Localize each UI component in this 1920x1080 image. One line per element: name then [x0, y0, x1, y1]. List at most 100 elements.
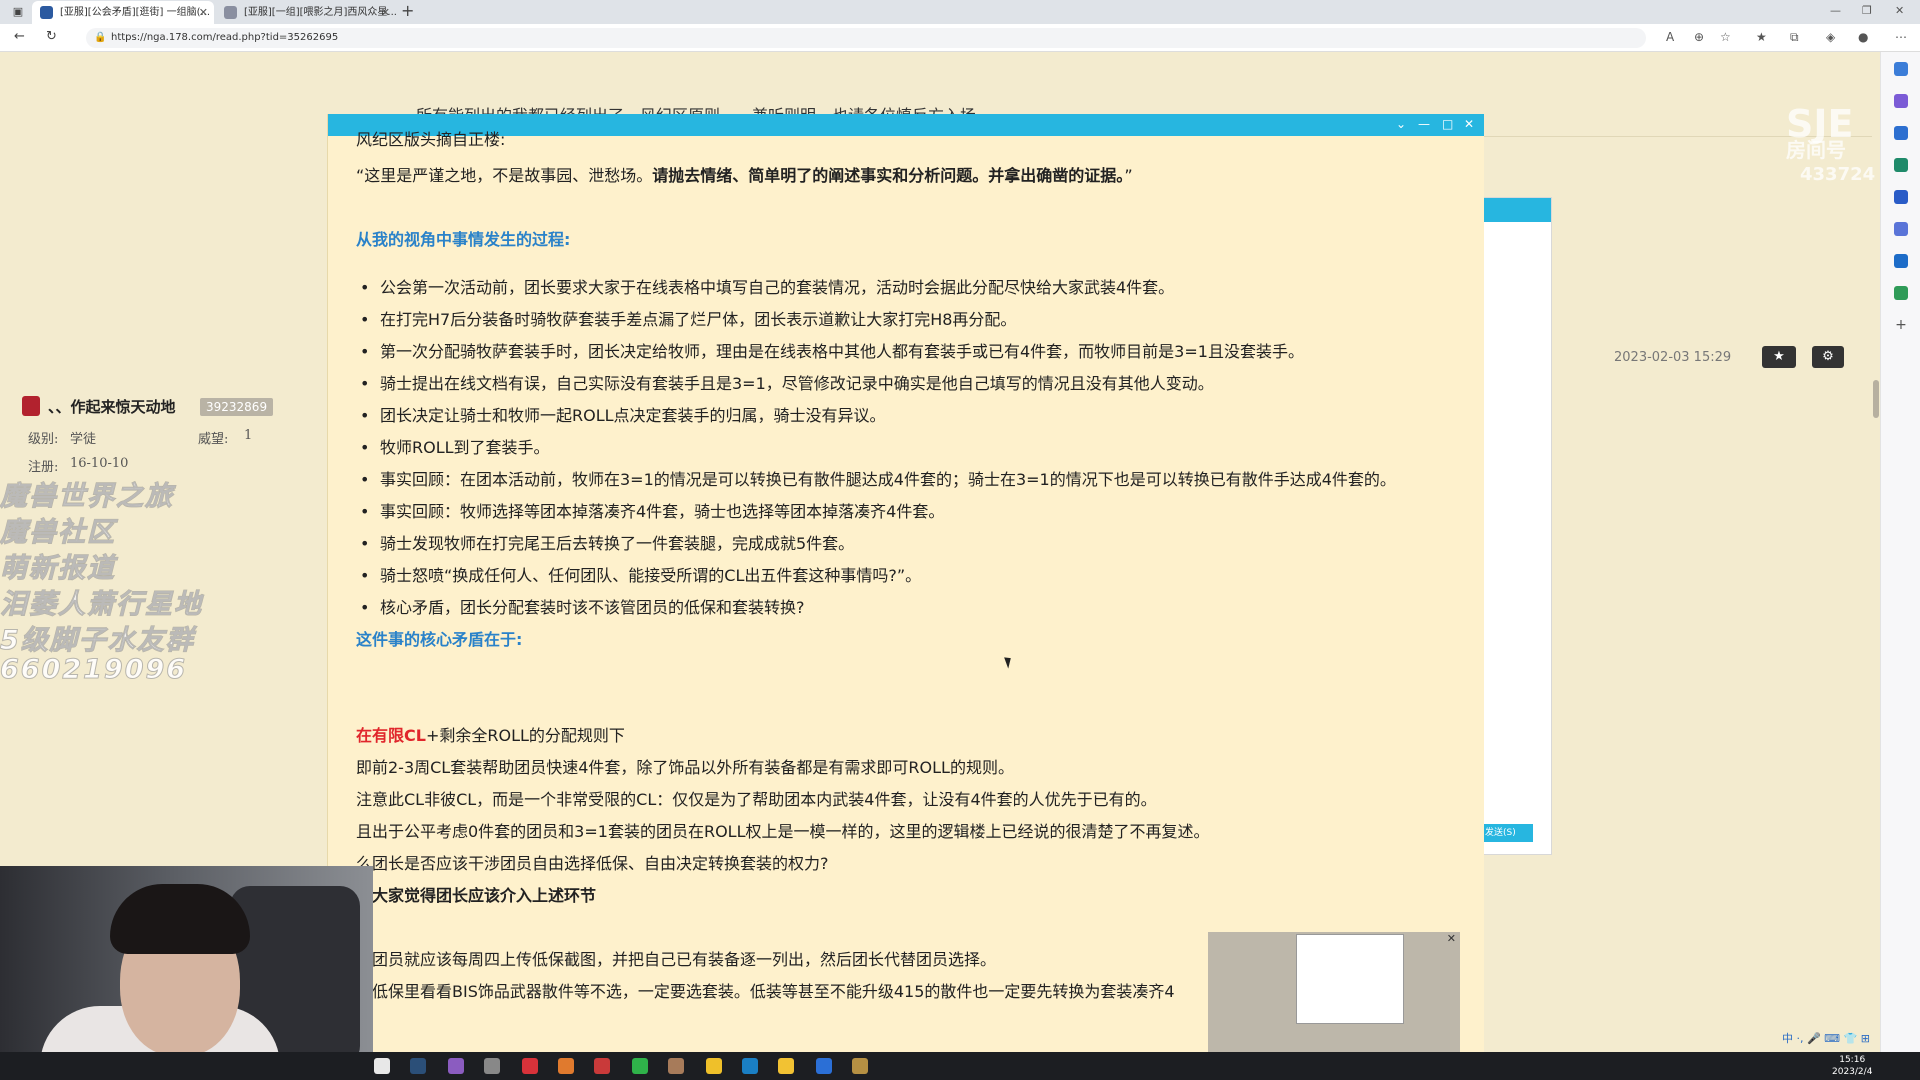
favorite-button[interactable]: ★ [1762, 346, 1796, 368]
back-icon[interactable]: ← [14, 29, 25, 44]
watermark-line: 萌新报道 [0, 553, 116, 585]
doc-paragraph-line: 么团员就应该每周四上传低保截图，并把自己已有装备逐一列出，然后团长代替团员选择。 [356, 944, 996, 976]
settings-button[interactable]: ⚙ [1812, 346, 1844, 368]
taskbar-clock[interactable]: 15:16 2023/2/4 [1832, 1054, 1872, 1078]
doc-quote-line: “这里是严谨之地，不是故事园、泄愁场。请抛去情绪、简单明了的阐述事实和分析问题。… [356, 160, 1133, 192]
office-icon[interactable] [1894, 222, 1908, 236]
add-sidebar-icon[interactable]: + [1894, 318, 1908, 332]
line-text: 事实回顾：在团本活动前，牧师在3=1的情况是可以转换已有散件腿达成4件套的；骑士… [380, 470, 1396, 489]
clock-time: 15:16 [1839, 1055, 1866, 1065]
address-bar-row: ← ↻ 🔒 https://nga.178.com/read.php?tid=3… [0, 24, 1920, 52]
post-date: 2023-02-03 15:29 [1614, 350, 1732, 365]
line-text: 牧师ROLL到了套装手。 [380, 438, 550, 457]
settings-icon[interactable] [484, 1058, 500, 1074]
doc-bullet-item: 事实回顾：在团本活动前，牧师在3=1的情况是可以转换已有散件腿达成4件套的；骑士… [356, 464, 1396, 496]
doc-bullet-item: 骑士怒喷“换成任何人、任何团队、能接受所谓的CL出五件套这种事情吗?”。 [356, 560, 921, 592]
brand-watermark-room: 房间号 [1786, 138, 1846, 162]
browser-sidebar: + [1880, 52, 1920, 1052]
quote-bold-text: 请抛去情绪、简单明了的阐述事实和分析问题。并拿出确凿的证据。 [652, 166, 1125, 185]
favorites-icon[interactable]: ★ [1756, 30, 1767, 44]
collapse-icon[interactable]: ⌄ [1396, 117, 1406, 131]
doc-bullet-item: 第一次分配骑牧萨套装手时，团长决定给牧师，理由是在线表格中其他人都有套装手或已有… [356, 336, 1304, 368]
level-value: 学徒 [70, 432, 97, 447]
app-icon[interactable] [594, 1058, 610, 1074]
user-name[interactable]: 、、作起来惊天动地 [48, 396, 176, 417]
restore-icon[interactable]: ❐ [1862, 4, 1872, 17]
zoom-icon[interactable]: ⊕ [1694, 30, 1704, 44]
explorer-icon[interactable] [374, 1058, 390, 1074]
app-icon[interactable] [816, 1058, 832, 1074]
app-icon[interactable] [778, 1058, 794, 1074]
wow-icon[interactable] [852, 1058, 868, 1074]
clock-date: 2023/2/4 [1832, 1067, 1873, 1077]
register-label: 注册: [28, 460, 59, 475]
doc-section-heading: 这件事的核心矛盾在于: [356, 624, 522, 656]
games-icon[interactable] [1894, 190, 1908, 204]
wechat-icon[interactable] [632, 1058, 648, 1074]
app-icon[interactable] [706, 1058, 722, 1074]
profile-icon[interactable]: ● [1858, 30, 1868, 44]
app-icon[interactable] [742, 1058, 758, 1074]
chat-popup-titlebar[interactable] [1481, 198, 1551, 222]
line-text: 风纪区版头摘自正楼: [356, 130, 506, 149]
ime-toolbar[interactable]: 中 ·, 🎤 ⌨ 👕 ⊞ [1782, 1030, 1880, 1050]
app-icon[interactable] [448, 1058, 464, 1074]
tab-title: [亚服][公会矛盾][逛街] 一组脑(... [60, 7, 211, 18]
outlook-icon[interactable] [1894, 254, 1908, 268]
page-scrollbar[interactable] [1873, 380, 1879, 418]
browser-tab[interactable]: [亚服][一组][喂影之月]西风众星... ✕ [216, 1, 396, 24]
extension-icon[interactable]: ◈ [1826, 30, 1835, 44]
window-thumbnail-preview[interactable]: ✕ [1208, 932, 1460, 1052]
read-aloud-icon[interactable]: A [1666, 30, 1674, 44]
user-id-badge[interactable]: 39232869 [200, 398, 274, 416]
doc-paragraph-line: 么团长是否应该干涉团员自由选择低保、自由决定转换套装的权力? [356, 848, 829, 880]
collections-icon[interactable]: ⧉ [1790, 30, 1799, 45]
search-icon[interactable] [1894, 62, 1908, 76]
lock-icon: 🔒 [94, 32, 107, 43]
line-text: 第一次分配骑牧萨套装手时，团长决定给牧师，理由是在线表格中其他人都有套装手或已有… [380, 342, 1304, 361]
new-tab-icon[interactable]: + [401, 1, 414, 20]
doc-bullet-item: 公会第一次活动前，团长要求大家于在线表格中填写自己的套装情况，活动时会据此分配尽… [356, 272, 1174, 304]
close-window-icon[interactable]: ✕ [1895, 4, 1904, 17]
close-icon[interactable]: ✕ [1464, 117, 1474, 131]
refresh-icon[interactable]: ↻ [46, 29, 57, 44]
tools-icon[interactable] [1894, 158, 1908, 172]
watermark-line: 泪萎人萧行星地 [0, 589, 203, 621]
line-text: 这件事的核心矛盾在于: [356, 630, 523, 649]
favorite-star-icon[interactable]: ☆ [1720, 30, 1731, 44]
line-text: 团长决定让骑士和牧师一起ROLL点决定套装手的归属，骑士没有异议。 [380, 406, 886, 425]
doc-section-heading: 从我的视角中事情发生的过程: [356, 224, 570, 256]
close-tab-icon[interactable]: ✕ [381, 1, 390, 24]
doc-paragraph-line: 且出于公平考虑0件套的团员和3=1套装的团员在ROLL权上是一模一样的，这里的逻… [356, 816, 1210, 848]
shopping-icon[interactable] [1894, 126, 1908, 140]
tab-actions-icon[interactable]: ▣ [10, 4, 26, 20]
browser-tab-strip: ▣ [亚服][公会矛盾][逛街] 一组脑(... ✕ [亚服][一组][喂影之月… [0, 0, 1920, 24]
copilot-icon[interactable] [1894, 94, 1908, 108]
register-value: 16-10-10 [70, 456, 129, 471]
more-menu-icon[interactable]: ⋯ [1895, 30, 1907, 44]
line-text: 骑士提出在线文档有误，自己实际没有套装手且是3=1，尽管修改记录中确实是他自己填… [380, 374, 1214, 393]
url-text: https://nga.178.com/read.php?tid=3526269… [111, 32, 339, 43]
line-text: 且出于公平考虑0件套的团员和3=1套装的团员在ROLL权上是一模一样的，这里的逻… [356, 822, 1210, 841]
minimize-icon[interactable]: — [1418, 117, 1430, 131]
url-field[interactable]: 🔒 https://nga.178.com/read.php?tid=35262… [86, 28, 1646, 48]
app-icon[interactable] [522, 1058, 538, 1074]
close-icon[interactable]: ✕ [1447, 932, 1456, 945]
highlight-text: 在有限CL [356, 726, 426, 745]
doc-bullet-item: 在打完H7后分装备时骑牧萨套装手差点漏了烂尸体，团长表示道歉让大家打完H8再分配… [356, 304, 1016, 336]
nga-favicon-icon [224, 6, 237, 19]
minimize-icon[interactable]: — [1830, 4, 1841, 17]
app-icon[interactable] [558, 1058, 574, 1074]
close-tab-icon[interactable]: ✕ [199, 1, 208, 24]
maximize-icon[interactable]: □ [1442, 117, 1453, 131]
prestige-value: 1 [244, 428, 253, 443]
app-icon[interactable] [668, 1058, 684, 1074]
line-text: 骑士发现牧师在打完尾王后去转换了一件套装腿，完成成就5件套。 [380, 534, 855, 553]
tree-icon[interactable] [1894, 286, 1908, 300]
steam-icon[interactable] [410, 1058, 426, 1074]
send-button[interactable]: 发送(S) [1481, 824, 1533, 842]
doc-bullet-item: 事实回顾：牧师选择等团本掉落凑齐4件套，骑士也选择等团本掉落凑齐4件套。 [356, 496, 944, 528]
quote-text: “这里是严谨之地，不是故事园、泄愁场。 [356, 166, 653, 185]
browser-tab-active[interactable]: [亚服][公会矛盾][逛街] 一组脑(... ✕ [32, 1, 214, 24]
avatar[interactable] [22, 396, 40, 416]
